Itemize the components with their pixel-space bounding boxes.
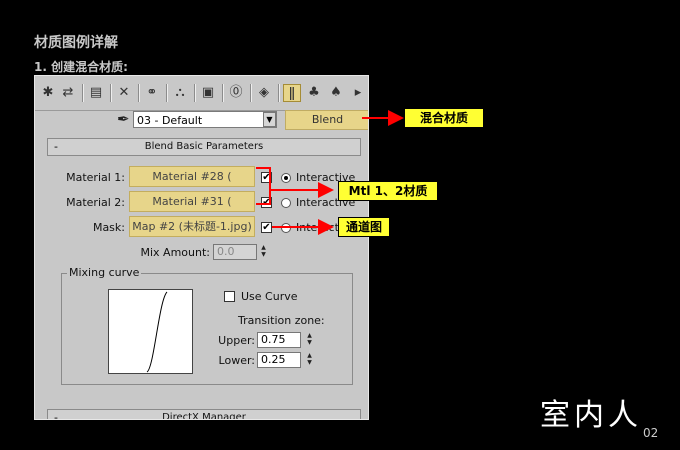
page-number: 02: [643, 426, 659, 440]
mtl-bracket: [256, 167, 334, 205]
mask-callout: 通道图: [338, 217, 390, 237]
brand-logo: 室内人: [540, 398, 642, 433]
blend-callout: 混合材质: [404, 108, 484, 128]
mtl-callout: Mtl 1、2材质: [338, 181, 438, 201]
